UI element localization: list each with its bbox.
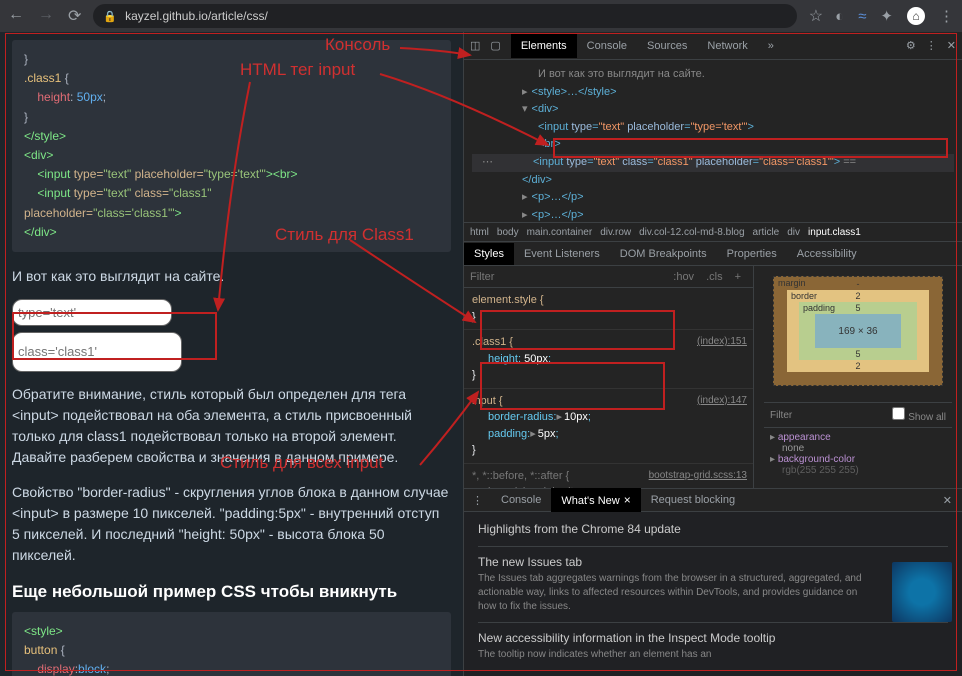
tab-properties[interactable]: Properties [717, 243, 787, 265]
tab-sources[interactable]: Sources [637, 34, 697, 58]
drawer-close-icon[interactable]: ✕ [933, 494, 962, 507]
tab-more[interactable]: » [758, 34, 784, 58]
para-2: Свойство "border-radius" - скругления уг… [12, 482, 451, 566]
rule-star[interactable]: bootstrap-grid.scss:13 *, *::before, *::… [464, 464, 753, 489]
computed-filter[interactable]: Filter [770, 410, 792, 421]
tab-network[interactable]: Network [697, 34, 757, 58]
rule-input[interactable]: (index):147 input { border-radius:▸10px;… [464, 389, 753, 464]
url-text: kayzel.github.io/article/css/ [125, 9, 268, 23]
forward-icon[interactable]: → [38, 6, 54, 26]
lock-icon: 🔒 [103, 10, 117, 23]
profile-icon[interactable]: ⌂ [907, 7, 925, 25]
rule-element-style[interactable]: element.style { } [464, 288, 753, 330]
settings-icon[interactable]: ⚙ [906, 39, 916, 52]
extensions-icon[interactable]: ✦ [880, 7, 893, 25]
devtools-panel: ◫ ▢ Elements Console Sources Network » ⚙… [463, 32, 962, 676]
inspect-icon[interactable]: ◫ [470, 39, 480, 52]
drawer-tab-blocking[interactable]: Request blocking [641, 489, 745, 511]
demo-inputs [12, 299, 451, 372]
new-rule-icon[interactable]: + [729, 271, 747, 283]
hov-toggle[interactable]: :hov [667, 271, 700, 283]
device-icon[interactable]: ▢ [490, 39, 500, 52]
filter-input[interactable]: Filter [470, 271, 494, 283]
heading-2: Еще небольшой пример CSS чтобы вникнуть [12, 582, 451, 602]
dom-tree[interactable]: И вот как это выглядит на сайте. ▸<style… [464, 60, 962, 222]
devtools-toolbar: ◫ ▢ Elements Console Sources Network » ⚙… [464, 32, 962, 60]
styles-rules: Filter :hov .cls + element.style { } (in… [464, 266, 754, 488]
tab-console[interactable]: Console [577, 34, 637, 58]
drawer-tab-console[interactable]: Console [491, 489, 551, 511]
computed-panel: margin - border 2 2 padding 5 5 169 × 36… [754, 266, 962, 488]
browser-toolbar: ← → ⟳ 🔒 kayzel.github.io/article/css/ ☆ … [0, 0, 962, 32]
article-pane: } .class1 { height: 50px; } </style> <di… [0, 32, 463, 676]
rule-class1[interactable]: (index):151 .class1 { height: 50px; } [464, 330, 753, 389]
menu-icon[interactable]: ⋮ [939, 7, 954, 25]
tab-dom-breakpoints[interactable]: DOM Breakpoints [610, 243, 717, 265]
para-1: Обратите внимание, стиль который был опр… [12, 384, 451, 468]
tab-event-listeners[interactable]: Event Listeners [514, 243, 610, 265]
tab-elements[interactable]: Elements [511, 34, 577, 58]
box-model: margin - border 2 2 padding 5 5 169 × 36 [773, 276, 943, 386]
breadcrumb[interactable]: html body main.container div.row div.col… [464, 222, 962, 242]
demo-input-1[interactable] [12, 299, 172, 326]
address-bar[interactable]: 🔒 kayzel.github.io/article/css/ [93, 4, 796, 28]
back-icon[interactable]: ← [8, 6, 24, 26]
demo-input-2[interactable] [12, 332, 182, 372]
close-devtools-icon[interactable]: ✕ [947, 39, 956, 52]
intro-text: И вот как это выглядит на сайте. [12, 266, 451, 287]
close-icon[interactable]: × [624, 493, 631, 507]
tab-accessibility[interactable]: Accessibility [787, 243, 867, 265]
cls-toggle[interactable]: .cls [700, 271, 729, 283]
drawer-tab-whatsnew[interactable]: What's New× [551, 488, 640, 512]
showall-checkbox[interactable] [892, 407, 905, 420]
drawer-menu-icon[interactable]: ⋮ [464, 494, 491, 507]
star-icon[interactable]: ☆ [809, 6, 823, 26]
devtools-menu-icon[interactable]: ⋮ [926, 39, 937, 52]
styles-tabs: Styles Event Listeners DOM Breakpoints P… [464, 242, 962, 266]
drawer-tabs: ⋮ Console What's New× Request blocking ✕ [464, 488, 962, 512]
promo-image [892, 562, 952, 622]
code-block-1: } .class1 { height: 50px; } </style> <di… [12, 40, 451, 252]
ext-icon-1[interactable]: ◐ [835, 8, 844, 25]
reload-icon[interactable]: ⟳ [68, 6, 81, 26]
code-block-2: <style> button { display:block; [12, 612, 451, 676]
ext-icon-2[interactable]: ≈ [858, 8, 866, 25]
whats-new-panel: Highlights from the Chrome 84 update The… [464, 512, 962, 676]
tab-styles[interactable]: Styles [464, 243, 514, 265]
